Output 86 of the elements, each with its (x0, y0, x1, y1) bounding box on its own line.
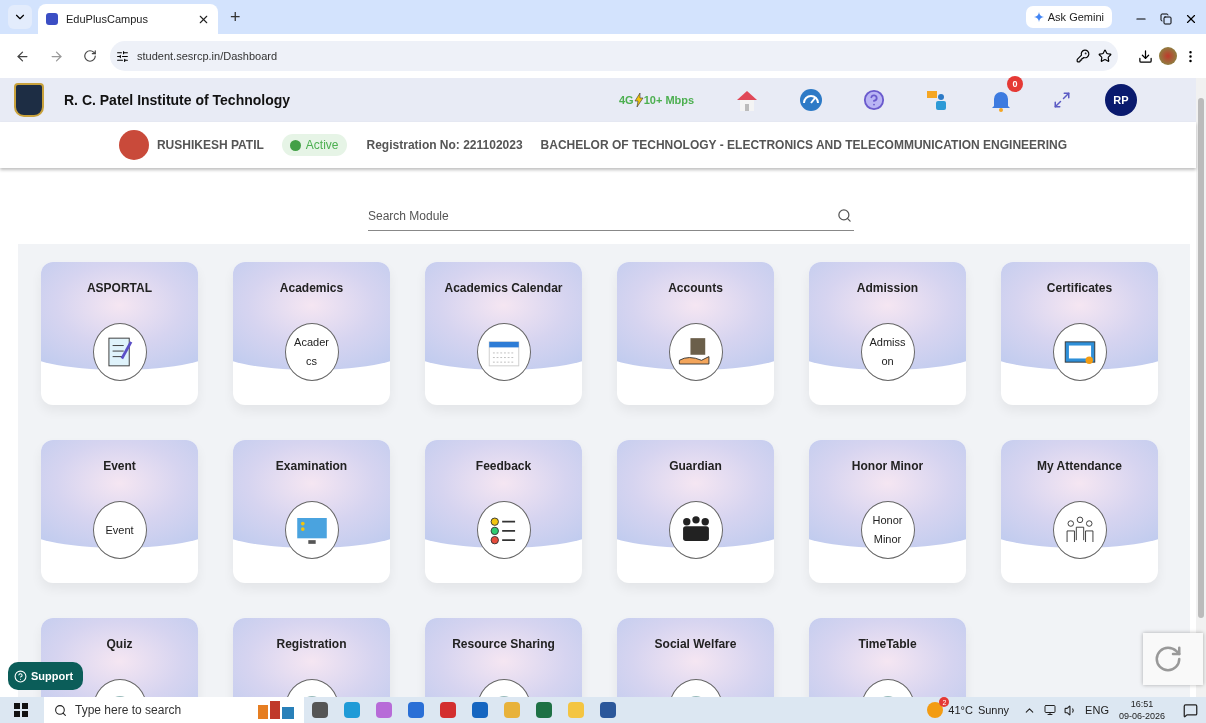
image-alt-text: Event (105, 522, 134, 538)
url-text: student.sesrcp.in/Dashboard (137, 50, 279, 62)
module-icon (476, 323, 531, 381)
module-title: Social Welfare (654, 637, 737, 651)
institute-logo (14, 83, 44, 117)
profile-icon[interactable] (1159, 47, 1177, 65)
module-title: Examination (275, 459, 348, 473)
module-icon (284, 501, 339, 559)
module-title: TimeTable (858, 637, 917, 651)
recaptcha-icon (1153, 644, 1183, 674)
tab-title: EduPlusCampus (66, 13, 149, 25)
temperature-text: 41°C (948, 704, 973, 716)
key-icon[interactable] (1076, 49, 1090, 63)
status-text: Active (305, 138, 339, 152)
module-icon (92, 323, 147, 381)
clock[interactable]: 16:51 09-06-2026 (1118, 698, 1165, 722)
support-button[interactable]: Support (8, 662, 84, 690)
taskbar-search-field[interactable]: Type here to search (44, 697, 304, 723)
image-alt-text: on (881, 354, 894, 369)
help-icon (14, 669, 27, 683)
image-alt-text: Minor (873, 532, 902, 547)
module-title: Registration (276, 637, 347, 651)
download-icon[interactable] (1138, 48, 1153, 64)
browser-tab[interactable]: EduPlusCampus (38, 4, 218, 34)
module-title: Resource Sharing (452, 637, 555, 651)
sparkle-icon (1033, 12, 1044, 22)
network-speed: 4G 10+ Mbps (619, 93, 696, 107)
image-alt-text: cs (306, 354, 317, 369)
photo-placeholder (118, 130, 149, 160)
module-title: Accounts (668, 281, 723, 295)
image-alt-text: Admiss (869, 335, 906, 350)
windows-start-icon[interactable] (14, 703, 28, 717)
person-chat-icon[interactable] (925, 88, 949, 112)
reload-icon[interactable] (83, 49, 97, 63)
tab-list-button[interactable] (8, 5, 32, 29)
site-settings-icon[interactable] (116, 49, 129, 63)
module-icon (476, 501, 531, 559)
speedometer-icon[interactable] (799, 88, 823, 112)
module-title: Academics (279, 281, 344, 295)
module-title: My Attendance (1037, 459, 1122, 473)
status-dot-icon (289, 139, 301, 151)
search-field[interactable]: Search Module (368, 201, 854, 231)
lightning-icon (633, 93, 644, 107)
restore-icon[interactable] (1160, 13, 1172, 25)
module-title: Admission (856, 281, 919, 295)
user-avatar[interactable]: RP (1105, 84, 1137, 116)
bookmark-star-icon[interactable] (1098, 49, 1112, 63)
search-placeholder: Type here to search (75, 703, 183, 717)
student-name: RUSHIKESH PATIL (156, 138, 264, 152)
close-icon[interactable] (1184, 12, 1198, 26)
forward-icon[interactable] (48, 48, 64, 64)
site-favicon-icon (46, 13, 58, 25)
ask-gemini-button[interactable]: Ask Gemini (1025, 6, 1112, 28)
fullscreen-icon[interactable] (1053, 91, 1071, 109)
module-title: Event (103, 459, 136, 473)
clock-date: 09-06-2026 (1118, 710, 1165, 722)
registration-number: Registration No: 221102023 (366, 138, 523, 152)
image-alt-text: Acader (294, 335, 329, 350)
notifications-icon[interactable] (1183, 702, 1198, 718)
new-tab-button[interactable]: + (224, 7, 247, 28)
module-title: Certificates (1046, 281, 1113, 295)
module-icon (1052, 501, 1107, 559)
search-icon[interactable] (837, 208, 852, 223)
module-title: Quiz (106, 637, 133, 651)
clock-time: 16:51 (1130, 698, 1154, 710)
weather-condition: Sunny (977, 704, 1010, 716)
network-icon[interactable] (1044, 704, 1057, 716)
scrollbar[interactable] (1196, 78, 1206, 697)
module-icon (668, 323, 723, 381)
module-title: Feedback (475, 459, 532, 473)
module-title: Guardian (669, 459, 722, 473)
image-alt-text: Honor (872, 513, 903, 528)
address-bar[interactable]: student.sesrcp.in/Dashboard (110, 41, 1118, 71)
module-title: ASPORTAL (86, 281, 153, 295)
language-indicator[interactable]: ENG (1085, 704, 1109, 716)
module-title: Academics Calendar (444, 281, 563, 295)
module-icon (668, 501, 723, 559)
module-icon (1052, 323, 1107, 381)
help-icon[interactable] (863, 89, 885, 111)
module-title: Honor Minor (851, 459, 924, 473)
search-icon (54, 703, 67, 717)
home-icon[interactable] (735, 88, 759, 112)
institute-name: R. C. Patel Institute of Technology (64, 92, 292, 108)
program-name: BACHELOR OF TECHNOLOGY - ELECTRONICS AND TELECOMMUNICATION ENGINEERING (540, 138, 1068, 152)
back-icon[interactable] (14, 48, 30, 64)
notification-count: 0 (1007, 76, 1023, 92)
